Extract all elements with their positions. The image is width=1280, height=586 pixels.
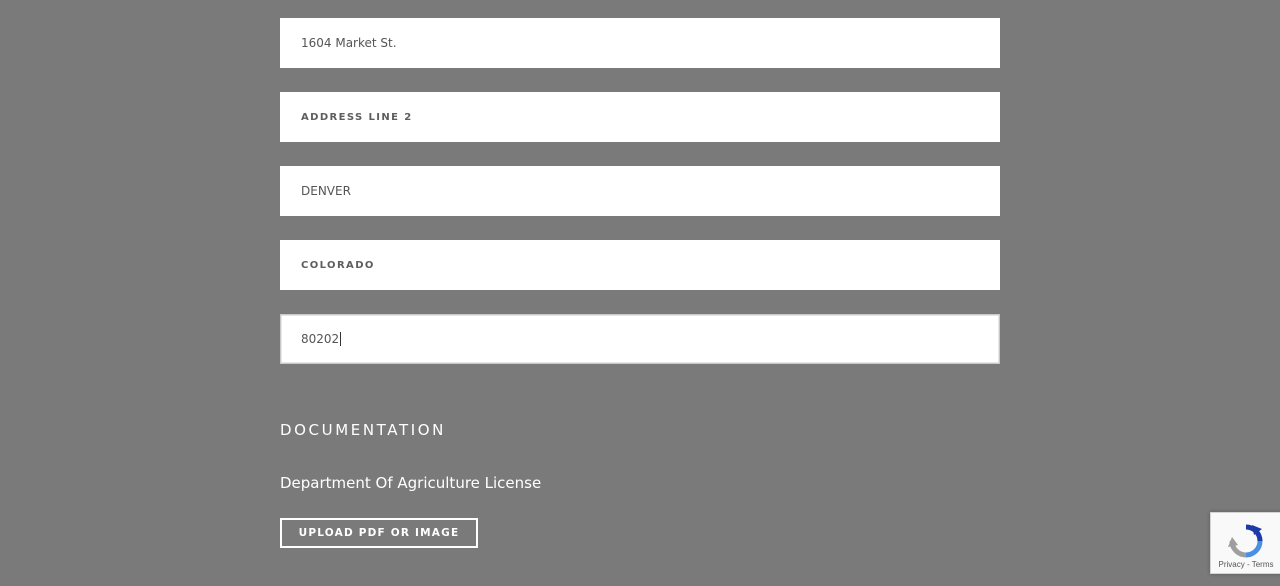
- address-form: 1604 Market St. ADDRESS LINE 2 DENVER CO…: [280, 18, 1000, 388]
- recaptcha-icon: [1228, 524, 1263, 558]
- address-line-2-input[interactable]: ADDRESS LINE 2: [280, 92, 1000, 142]
- documentation-heading: DOCUMENTATION: [280, 421, 446, 439]
- recaptcha-badge[interactable]: Privacy - Terms: [1210, 512, 1280, 574]
- address-line-2-placeholder: ADDRESS LINE 2: [301, 111, 413, 123]
- city-value: DENVER: [301, 184, 351, 198]
- state-select[interactable]: COLORADO: [280, 240, 1000, 290]
- privacy-link[interactable]: Privacy: [1219, 560, 1245, 569]
- zip-value: 80202: [301, 332, 340, 346]
- recaptcha-links: Privacy - Terms: [1219, 560, 1274, 569]
- text-caret: [340, 332, 342, 346]
- recaptcha-separator: -: [1244, 560, 1252, 569]
- address-line-1-value: 1604 Market St.: [301, 36, 397, 50]
- document-label: Department Of Agriculture License: [280, 474, 542, 492]
- city-input[interactable]: DENVER: [280, 166, 1000, 216]
- upload-button[interactable]: UPLOAD PDF OR IMAGE: [280, 518, 478, 548]
- address-line-1-input[interactable]: 1604 Market St.: [280, 18, 1000, 68]
- state-value: COLORADO: [301, 259, 375, 271]
- upload-button-label: UPLOAD PDF OR IMAGE: [298, 527, 460, 539]
- terms-link[interactable]: Terms: [1252, 560, 1274, 569]
- zip-input[interactable]: 80202: [280, 314, 1000, 364]
